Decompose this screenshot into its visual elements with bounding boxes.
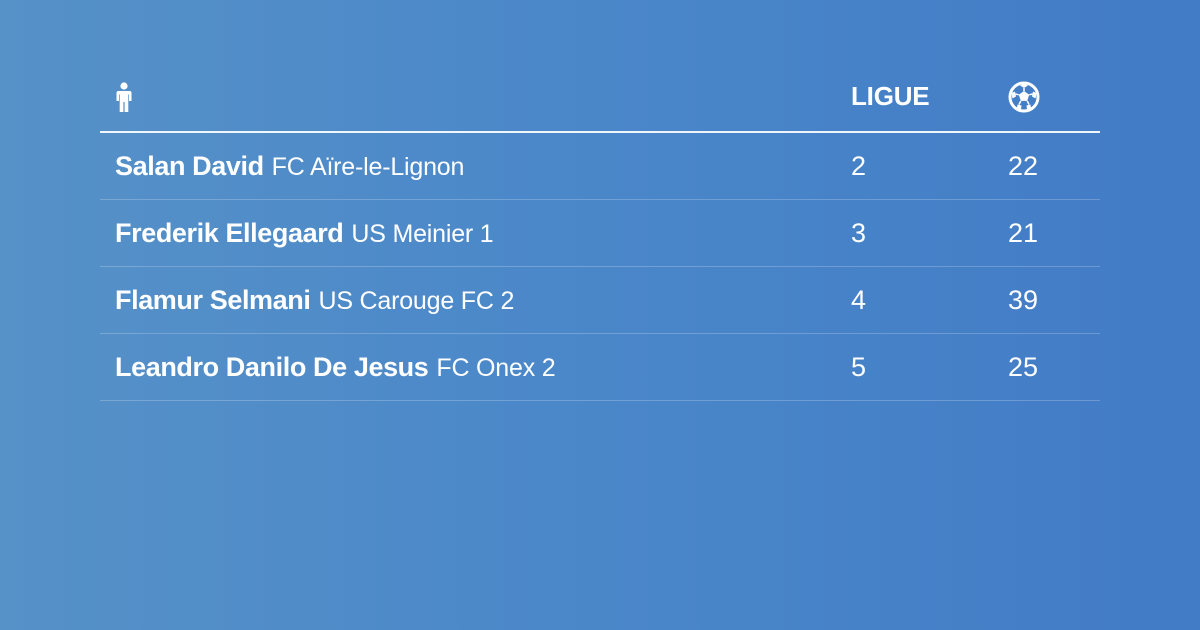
- club-name: FC Aïre-le-Lignon: [271, 152, 465, 181]
- club-name: US Carouge FC 2: [318, 286, 515, 315]
- scorers-table: LIGUE Salan David FC Aïre-le-Lignon 2 22…: [100, 60, 1100, 401]
- table-row: Flamur Selmani US Carouge FC 2 4 39: [100, 267, 1100, 334]
- header-league: LIGUE: [851, 81, 930, 111]
- goals-value: 39: [1008, 284, 1039, 315]
- soccer-ball-icon: [1008, 81, 1040, 113]
- club-name: FC Onex 2: [436, 353, 556, 382]
- person-icon: [115, 81, 133, 112]
- header-player-column: [100, 80, 836, 112]
- league-value: 4: [851, 284, 867, 315]
- goals-value: 22: [1008, 150, 1039, 181]
- player-cell: Flamur Selmani US Carouge FC 2: [100, 285, 836, 316]
- table-row: Frederik Ellegaard US Meinier 1 3 21: [100, 200, 1100, 267]
- league-value: 2: [851, 150, 867, 181]
- table-header: LIGUE: [100, 60, 1100, 133]
- league-value: 5: [851, 351, 867, 382]
- player-name: Salan David: [115, 150, 264, 181]
- player-name: Leandro Danilo De Jesus: [115, 351, 429, 382]
- player-name: Frederik Ellegaard: [115, 217, 344, 248]
- player-cell: Frederik Ellegaard US Meinier 1: [100, 218, 836, 249]
- table-row: Leandro Danilo De Jesus FC Onex 2 5 25: [100, 334, 1100, 401]
- club-name: US Meinier 1: [351, 219, 494, 248]
- player-cell: Leandro Danilo De Jesus FC Onex 2: [100, 352, 836, 383]
- player-cell: Salan David FC Aïre-le-Lignon: [100, 151, 836, 182]
- league-value: 3: [851, 217, 867, 248]
- table-row: Salan David FC Aïre-le-Lignon 2 22: [100, 133, 1100, 200]
- header-goals-column: [1004, 79, 1100, 113]
- goals-value: 21: [1008, 217, 1039, 248]
- goals-value: 25: [1008, 351, 1039, 382]
- player-name: Flamur Selmani: [115, 284, 311, 315]
